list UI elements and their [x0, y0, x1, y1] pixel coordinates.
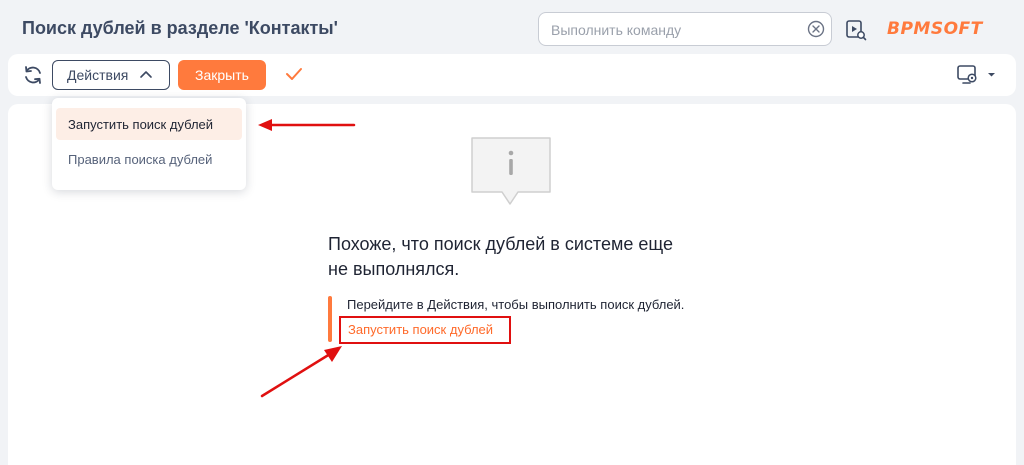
empty-state-title: Похоже, что поиск дублей в системе еще н…: [328, 234, 673, 279]
menu-item-duplicate-rules[interactable]: Правила поиска дублей: [56, 143, 242, 175]
hint-accent-bar: [328, 296, 332, 342]
clear-icon[interactable]: [807, 20, 825, 38]
close-button[interactable]: Закрыть: [178, 60, 266, 90]
info-bubble-icon: [471, 137, 551, 205]
actions-button[interactable]: Действия: [52, 60, 170, 90]
bpmsoft-logo: BPMSOFT: [887, 19, 984, 38]
actions-button-label: Действия: [67, 67, 129, 83]
video-help-icon[interactable]: [845, 19, 867, 41]
chevron-up-icon: [140, 71, 152, 78]
view-settings-icon[interactable]: [956, 64, 996, 86]
refresh-icon[interactable]: [22, 64, 44, 86]
menu-item-run-duplicate-search[interactable]: Запустить поиск дублей: [56, 108, 242, 140]
svg-text:BPMSOFT: BPMSOFT: [887, 19, 984, 38]
hint-text: Перейдите в Действия, чтобы выполнить по…: [347, 297, 685, 312]
check-icon[interactable]: [285, 66, 303, 82]
run-duplicate-search-link[interactable]: Запустить поиск дублей: [339, 316, 511, 344]
page-title: Поиск дублей в разделе 'Контакты': [22, 18, 338, 38]
command-search-input[interactable]: [551, 20, 791, 40]
command-search-box[interactable]: [538, 12, 832, 46]
actions-dropdown-menu: Запустить поиск дублей Правила поиска ду…: [52, 98, 246, 190]
